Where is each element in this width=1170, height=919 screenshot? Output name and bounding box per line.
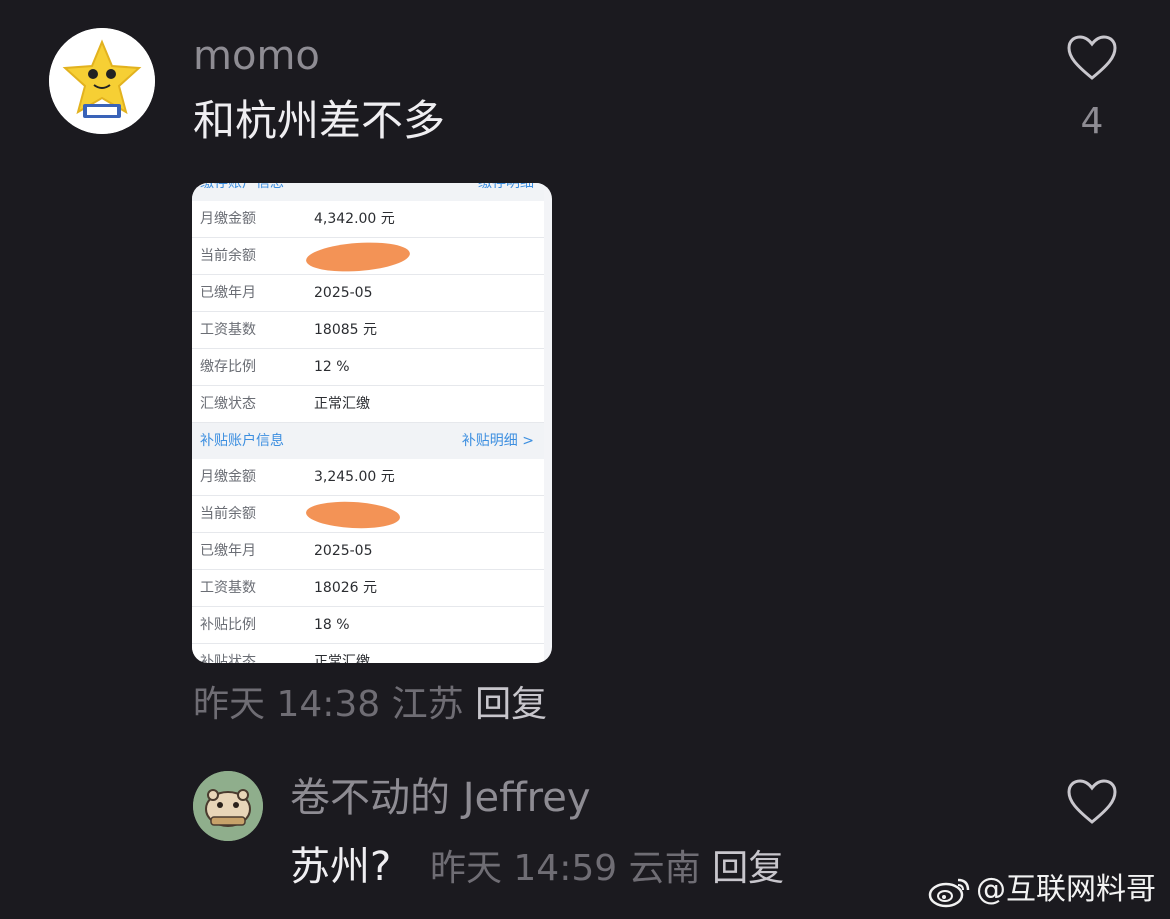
row-label: 汇缴状态	[200, 396, 256, 412]
row-label: 补贴状态	[200, 654, 256, 663]
attached-screenshot[interactable]: 缴存账户信息 缴存明细 月缴金额 4,342.00 元 当前余额 已缴年月 20…	[192, 183, 552, 663]
reply-meta: 昨天 14:59 云南 回复	[430, 848, 784, 889]
table-row: 当前余额	[192, 496, 544, 533]
comment-time: 昨天 14:38	[193, 684, 381, 725]
reply-username[interactable]: 卷不动的 Jeffrey	[290, 774, 591, 822]
reply-button[interactable]: 回复	[712, 848, 784, 889]
comment-username[interactable]: momo	[193, 32, 320, 80]
row-label: 补贴比例	[200, 617, 256, 633]
table-row: 工资基数 18026 元	[192, 570, 544, 607]
row-label: 工资基数	[200, 580, 256, 596]
reply-location: 云南	[628, 848, 701, 889]
section-link: 补贴明细 >	[461, 433, 534, 449]
row-label: 当前余额	[200, 248, 256, 264]
row-value: 正常汇缴	[314, 396, 370, 412]
table-row: 缴存比例 12 %	[192, 349, 544, 386]
table-row: 工资基数 18085 元	[192, 312, 544, 349]
avatar[interactable]	[49, 28, 155, 134]
table-row: 补贴状态 正常汇缴	[192, 644, 544, 663]
section-title: 补贴账户信息	[200, 433, 284, 449]
table-row: 汇缴状态 正常汇缴	[192, 386, 544, 423]
like-count: 4	[1080, 101, 1104, 142]
table-row: 月缴金额 4,342.00 元	[192, 201, 544, 238]
watermark: @互联网料哥	[928, 870, 1156, 910]
row-value: 4,342.00 元	[314, 211, 395, 227]
table-row: 已缴年月 2025-05	[192, 275, 544, 312]
row-value: 正常汇缴	[314, 654, 370, 663]
redaction-scribble	[305, 239, 411, 275]
like-button[interactable]	[1066, 778, 1118, 826]
reply-time: 昨天 14:59	[429, 848, 618, 889]
row-label: 已缴年月	[200, 543, 256, 559]
like-button[interactable]	[1066, 34, 1118, 82]
comment-location: 江苏	[391, 684, 464, 725]
row-value: 12 %	[314, 359, 350, 375]
comment-meta: 昨天 14:38 江苏 回复	[193, 682, 547, 728]
weibo-logo-icon	[928, 878, 970, 907]
table-row: 已缴年月 2025-05	[192, 533, 544, 570]
row-label: 缴存比例	[200, 359, 256, 375]
row-value: 18026 元	[314, 580, 377, 596]
hamster-avatar-icon	[193, 771, 263, 841]
row-value: 2025-05	[314, 285, 373, 301]
section-title: 缴存账户信息	[200, 183, 284, 191]
comment-text: 和杭州差不多	[193, 96, 446, 145]
row-label: 月缴金额	[200, 211, 256, 227]
reply-text: 苏州?	[290, 844, 392, 890]
reply-line: 苏州? 昨天 14:59 云南 回复	[290, 842, 784, 894]
reply-button[interactable]: 回复	[475, 684, 547, 725]
row-label: 已缴年月	[200, 285, 256, 301]
redaction-scribble	[305, 499, 401, 531]
row-value: 18085 元	[314, 322, 377, 338]
row-value: 3,245.00 元	[314, 469, 395, 485]
star-mascot-icon	[49, 28, 155, 134]
heart-icon	[1067, 35, 1117, 80]
section-header: 缴存账户信息 缴存明细	[192, 183, 544, 201]
row-value: 2025-05	[314, 543, 373, 559]
table-row: 月缴金额 3,245.00 元	[192, 459, 544, 496]
table-row: 补贴比例 18 %	[192, 607, 544, 644]
row-label: 工资基数	[200, 322, 256, 338]
row-value: 18 %	[314, 617, 350, 633]
heart-icon	[1067, 779, 1117, 824]
section-header: 补贴账户信息 补贴明细 >	[192, 423, 544, 459]
section-link: 缴存明细	[478, 183, 534, 191]
watermark-text: @互联网料哥	[976, 872, 1156, 907]
table-row: 当前余额	[192, 238, 544, 275]
row-label: 月缴金额	[200, 469, 256, 485]
avatar[interactable]	[193, 771, 263, 841]
row-label: 当前余额	[200, 506, 256, 522]
